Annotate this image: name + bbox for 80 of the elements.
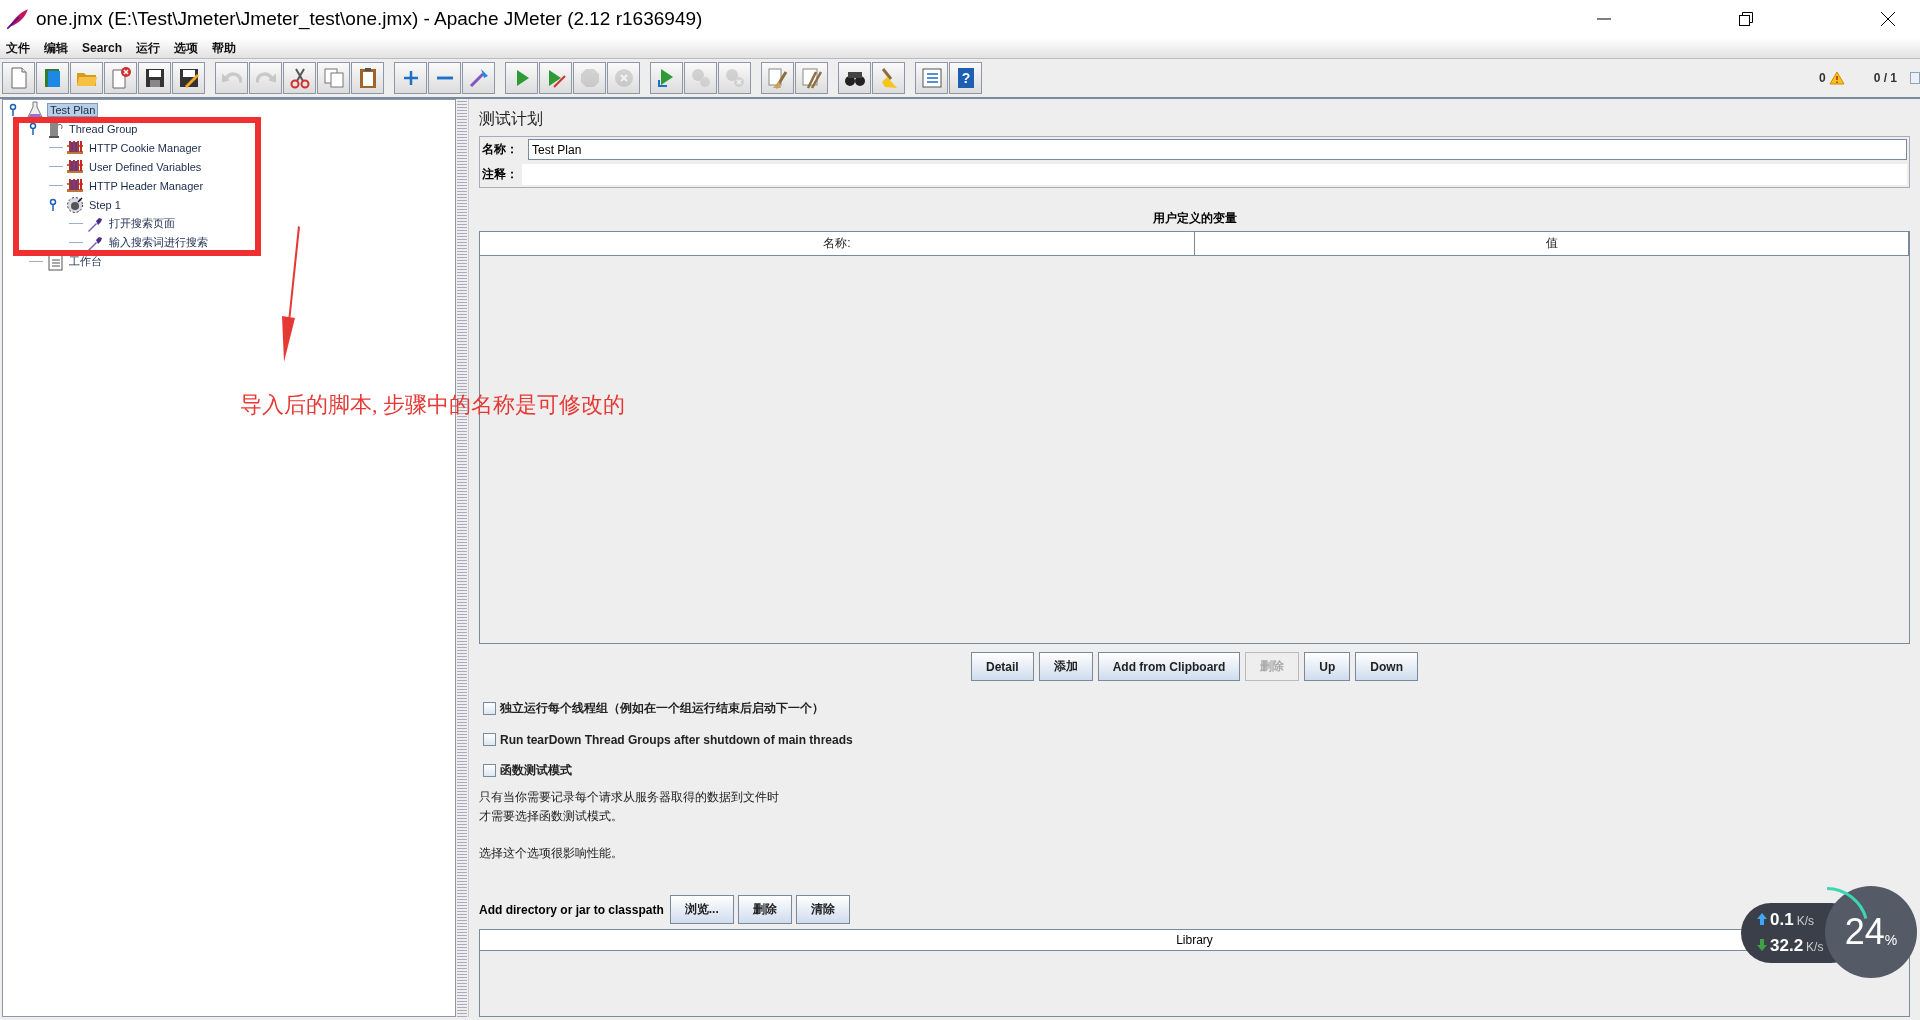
tree-item[interactable]: HTTP Cookie Manager <box>87 141 204 154</box>
close-icon[interactable] <box>1880 11 1896 27</box>
column-header[interactable]: Library <box>1176 933 1213 947</box>
rack-icon <box>66 157 84 176</box>
minus-icon <box>436 76 453 80</box>
menu-item[interactable]: 文件 <box>6 39 30 57</box>
speed-unit: K/s <box>1796 914 1814 928</box>
menu-item[interactable]: 选项 <box>174 39 199 57</box>
upload-speed: 0.1 <box>1770 910 1794 930</box>
speed-unit: K/s <box>1806 940 1824 954</box>
tree-item[interactable]: User Defined Variables <box>87 160 204 173</box>
window-title: one.jmx (E:\Test\Jmeter\Jmeter_test\one.jmx) - Apache JMeter (2.12 r1636949) <box>36 8 703 30</box>
toolbar-button[interactable] <box>172 62 205 94</box>
gear-icon <box>66 195 84 214</box>
tree-line-icon <box>49 166 63 167</box>
note-text: 只有当你需要记录每个请求从服务器取得的数据到文件时 <box>479 789 779 806</box>
rack-icon <box>66 176 84 195</box>
percent-unit: % <box>1884 932 1898 948</box>
checkbox-label: 函数测试模式 <box>500 762 572 779</box>
restore-icon[interactable] <box>1738 11 1754 27</box>
thread-count: 0 / 1 <box>1873 71 1897 85</box>
tree-line-icon <box>29 261 43 262</box>
action-button[interactable]: Down <box>1355 652 1418 681</box>
menu-item[interactable]: 运行 <box>136 39 161 57</box>
tree-item[interactable]: Thread Group <box>67 122 140 135</box>
cpu-usage: 24 <box>1844 911 1885 953</box>
field-label: 注释： <box>482 166 519 183</box>
checkbox[interactable] <box>483 733 496 746</box>
tree-line-icon <box>49 147 63 148</box>
toolbar-button[interactable] <box>838 62 871 94</box>
usage-arc-icon <box>1826 887 1868 920</box>
classpath-button[interactable]: 删除 <box>737 895 792 924</box>
tree-line-icon <box>69 242 83 243</box>
feather-icon <box>4 6 30 32</box>
classpath-button[interactable]: 清除 <box>795 895 850 924</box>
tree-item[interactable]: 输入搜索词进行搜索 <box>107 235 210 250</box>
rack-icon <box>66 138 84 157</box>
error-count: 0 <box>1818 71 1826 85</box>
action-button[interactable]: Add from Clipboard <box>1097 652 1241 681</box>
broom-icon <box>765 66 790 90</box>
classpath-button[interactable]: 浏览... <box>669 895 734 924</box>
tree-item[interactable]: 工作台 <box>67 254 104 269</box>
undo-icon <box>221 72 242 84</box>
download-speed: 32.2 <box>1770 936 1804 956</box>
classpath-label: Add directory or jar to classpath <box>479 902 664 917</box>
menu-item[interactable]: 帮助 <box>212 39 237 57</box>
checkbox-label: Run tearDown Thread Groups after shutdown of main threads <box>500 732 853 747</box>
note-text: 选择这个选项很影响性能。 <box>479 845 623 862</box>
upload-arrow-icon <box>1757 913 1767 925</box>
action-button[interactable]: Up <box>1304 652 1351 681</box>
tree-item[interactable]: 打开搜索页面 <box>107 216 177 231</box>
action-button[interactable]: 添加 <box>1038 652 1093 681</box>
column-header[interactable]: 名称: <box>480 232 1195 255</box>
redo-icon <box>255 72 276 84</box>
column-header[interactable]: 值 <box>1195 232 1909 255</box>
download-arrow-icon <box>1757 939 1767 951</box>
status-square-icon <box>1910 72 1920 84</box>
menu-item[interactable]: Search <box>82 41 123 55</box>
tree-item[interactable]: Test Plan <box>47 102 99 117</box>
checkbox[interactable] <box>483 764 496 777</box>
tree-item[interactable]: HTTP Header Manager <box>87 179 206 192</box>
brooms-icon <box>799 66 824 90</box>
copy-icon <box>321 66 346 90</box>
tree-line-icon <box>49 185 63 186</box>
tree-line-icon <box>69 223 83 224</box>
checkbox[interactable] <box>483 702 496 715</box>
field-label: 名称： <box>482 141 519 158</box>
note-text: 才需要选择函数测试模式。 <box>479 808 623 825</box>
flask-icon <box>26 100 44 119</box>
action-button[interactable]: Detail <box>971 652 1034 681</box>
panel-title: 测试计划 <box>479 109 544 129</box>
toolbar-button[interactable] <box>283 62 316 94</box>
checkbox-label: 独立运行每个线程组（例如在一个组运行结束后启动下一个） <box>500 700 824 717</box>
tree-item[interactable]: Step 1 <box>87 198 123 211</box>
list-icon <box>919 66 944 90</box>
toolbar-button[interactable] <box>138 62 171 94</box>
input-field[interactable]: Test Plan <box>528 139 1907 160</box>
warning-icon <box>1828 71 1845 85</box>
section-title: 用户定义的变量 <box>1151 210 1238 227</box>
menu-item[interactable]: 编辑 <box>44 39 68 57</box>
